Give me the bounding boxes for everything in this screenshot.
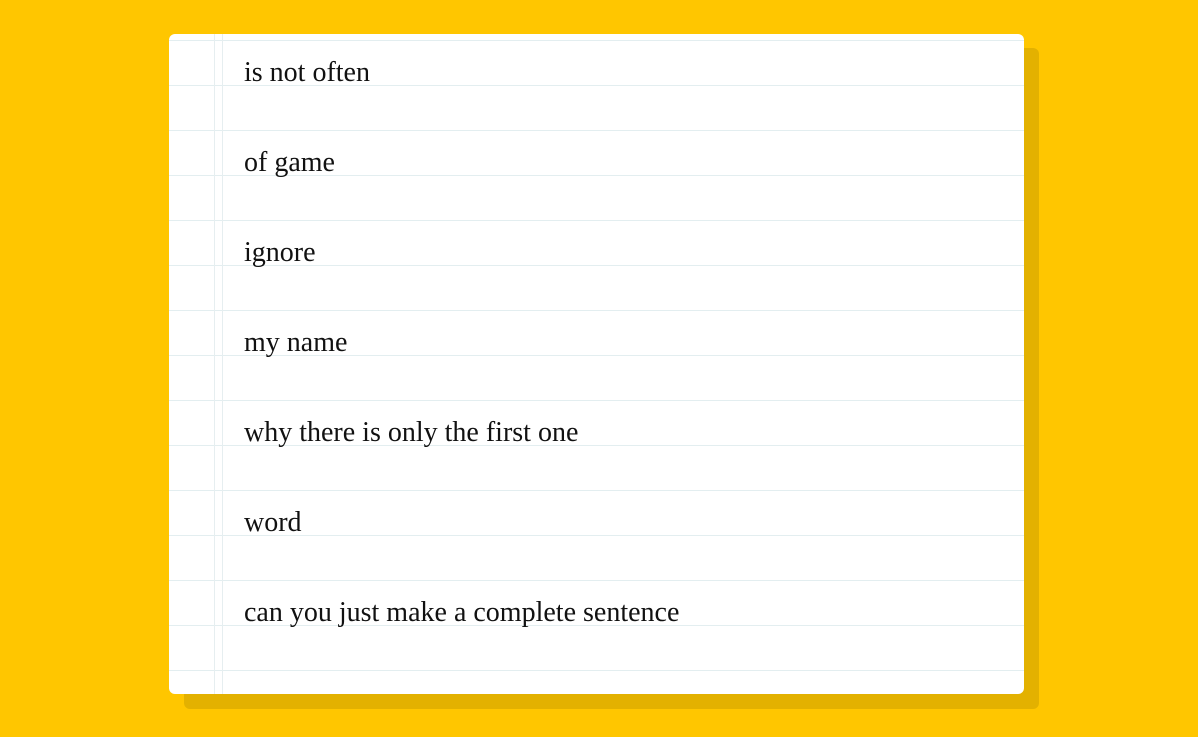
ruled-line — [169, 400, 1024, 401]
list-item: of game — [244, 147, 335, 178]
list-item: why there is only the first one — [244, 417, 579, 448]
ruled-line — [169, 130, 1024, 131]
list-item: can you just make a complete sentence — [244, 597, 680, 628]
ruled-line — [169, 40, 1024, 41]
ruled-line — [169, 220, 1024, 221]
list-item: ignore — [244, 237, 316, 268]
notebook-paper: is not often of game ignore my name why … — [169, 34, 1024, 694]
ruled-line — [169, 310, 1024, 311]
ruled-line — [169, 490, 1024, 491]
margin-line — [214, 34, 215, 694]
list-item: word — [244, 507, 302, 538]
ruled-line — [169, 580, 1024, 581]
list-item: is not often — [244, 57, 370, 88]
list-item: my name — [244, 327, 348, 358]
ruled-line — [169, 670, 1024, 671]
margin-line — [222, 34, 223, 694]
